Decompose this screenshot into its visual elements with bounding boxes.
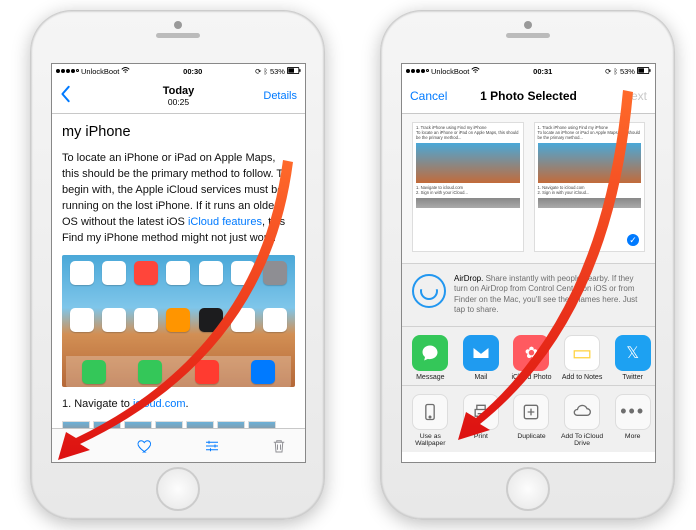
trash-icon[interactable]	[269, 436, 289, 456]
action-icloud-drive[interactable]: Add To iCloud Drive	[560, 394, 605, 448]
action-print[interactable]: Print	[459, 394, 504, 448]
airdrop-icon	[412, 274, 446, 308]
photo-thumb-1[interactable]: 1. Track iPhone using Find my iPhoneTo l…	[412, 122, 524, 252]
step-line: 1. Navigate to icloud.com.	[62, 397, 295, 413]
battery-icon	[637, 67, 651, 76]
action-row: Use as Wallpaper Print Duplicate Add To …	[402, 386, 655, 452]
bluetooth-icon: ᛒ	[613, 67, 618, 76]
icloud-link[interactable]: icloud.com	[133, 398, 186, 410]
bluetooth-icon: ᛒ	[263, 67, 268, 76]
nav-bar: Today 00:25 Details	[52, 78, 305, 114]
carrier-label: UnlockBoot	[81, 67, 119, 76]
action-duplicate[interactable]: Duplicate	[509, 394, 554, 448]
screen-left: UnlockBoot 00:30 ⟳ ᛒ 53% Today 00:	[51, 63, 306, 463]
bottom-toolbar	[52, 428, 305, 462]
battery-pct: 53%	[270, 67, 285, 76]
nav-bar: Cancel 1 Photo Selected Next	[402, 78, 655, 114]
airdrop-row[interactable]: AirDrop. Share instantly with people nea…	[402, 264, 655, 327]
app-share-row: Message Mail ✿iCloud Photo ▭Add to Notes…	[402, 327, 655, 386]
speaker	[506, 33, 550, 38]
details-button[interactable]: Details	[263, 90, 297, 102]
photo-thumb-2[interactable]: 1. Track iPhone using Find my iPhoneTo l…	[534, 122, 646, 252]
iphone-right: UnlockBoot 00:31 ⟳ ᛒ 53% Cancel 1 Photo …	[380, 10, 675, 520]
checkmark-icon: ✓	[626, 233, 640, 247]
heart-icon[interactable]	[135, 436, 155, 456]
share-message[interactable]: Message	[408, 335, 453, 381]
iphone-left: UnlockBoot 00:30 ⟳ ᛒ 53% Today 00:	[30, 10, 325, 520]
content-body: my iPhone To locate an iPhone or iPad on…	[52, 114, 305, 447]
battery-pct: 53%	[620, 67, 635, 76]
sliders-icon[interactable]	[202, 436, 222, 456]
action-wallpaper[interactable]: Use as Wallpaper	[408, 394, 453, 448]
home-button[interactable]	[156, 467, 200, 511]
photo-preview-row: 1. Track iPhone using Find my iPhoneTo l…	[402, 114, 655, 264]
home-button[interactable]	[506, 467, 550, 511]
article-paragraph: To locate an iPhone or iPad on Apple Map…	[62, 151, 295, 247]
status-bar: UnlockBoot 00:31 ⟳ ᛒ 53%	[402, 64, 655, 78]
next-button[interactable]: Next	[622, 89, 647, 103]
signal-icon	[406, 69, 429, 73]
icloud-features-link[interactable]: iCloud features	[188, 216, 262, 228]
share-mail[interactable]: Mail	[459, 335, 504, 381]
wifi-icon	[121, 67, 130, 76]
signal-icon	[56, 69, 79, 73]
speaker	[156, 33, 200, 38]
status-time: 00:31	[533, 67, 552, 76]
orientation-lock-icon: ⟳	[605, 67, 611, 76]
status-bar: UnlockBoot 00:30 ⟳ ᛒ 53%	[52, 64, 305, 78]
share-icon[interactable]	[68, 436, 88, 456]
share-notes[interactable]: ▭Add to Notes	[560, 335, 605, 381]
status-time: 00:30	[183, 67, 202, 76]
carrier-label: UnlockBoot	[431, 67, 469, 76]
screen-right: UnlockBoot 00:31 ⟳ ᛒ 53% Cancel 1 Photo …	[401, 63, 656, 463]
action-more[interactable]: •••More	[610, 394, 655, 448]
wifi-icon	[471, 67, 480, 76]
share-twitter[interactable]: 𝕏Twitter	[610, 335, 655, 381]
airdrop-text: AirDrop. Share instantly with people nea…	[454, 274, 645, 316]
orientation-lock-icon: ⟳	[255, 67, 261, 76]
article-heading: my iPhone	[62, 122, 295, 143]
cancel-button[interactable]: Cancel	[410, 89, 447, 103]
battery-icon	[287, 67, 301, 76]
share-icloud-photo[interactable]: ✿iCloud Photo	[509, 335, 554, 381]
embedded-homescreen-image[interactable]	[62, 255, 295, 387]
back-button[interactable]	[60, 85, 72, 106]
camera-dot	[524, 21, 532, 29]
camera-dot	[174, 21, 182, 29]
